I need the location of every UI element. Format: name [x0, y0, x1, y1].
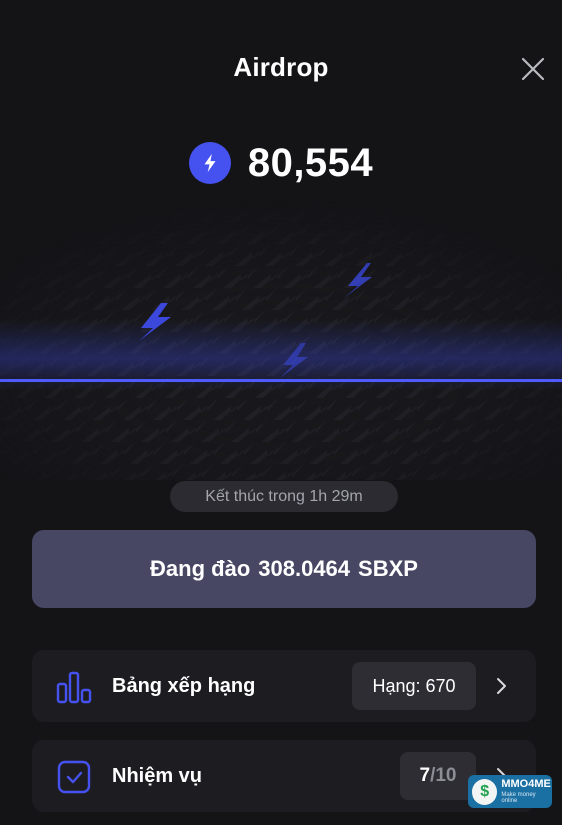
- close-icon: [521, 57, 545, 81]
- tasks-progress-badge: 7/10: [400, 752, 476, 800]
- tasks-card[interactable]: Nhiệm vụ 7/10: [32, 740, 536, 812]
- page-title: Airdrop: [233, 52, 329, 82]
- ranking-label: Bảng xếp hạng: [112, 674, 256, 697]
- balance-value: 80,554: [247, 140, 374, 185]
- checkbox-icon: [55, 760, 93, 794]
- mining-label: Đang đào: [150, 556, 251, 581]
- lightning-coin-icon: [188, 142, 231, 184]
- dollar-logo-icon: $: [472, 778, 498, 805]
- balance-display: 80,554: [0, 140, 562, 186]
- bar-chart-icon: [55, 670, 93, 704]
- mining-unit: SBXP: [358, 556, 418, 581]
- watermark-tagline: Make money online: [501, 792, 536, 804]
- ranking-card[interactable]: Bảng xếp hạng Hạng: 670: [32, 650, 536, 722]
- tasks-total: /10: [430, 765, 457, 786]
- close-button[interactable]: [519, 55, 547, 83]
- mining-button[interactable]: Đang đào 308.0464 SBXP: [32, 530, 536, 608]
- tasks-done: 7: [419, 765, 431, 786]
- tasks-label: Nhiệm vụ: [112, 764, 203, 787]
- chevron-right-icon: [491, 676, 511, 696]
- rank-badge: Hạng: 670: [352, 662, 476, 710]
- watermark-text: MMO4ME Make money online: [501, 778, 552, 805]
- lightning-pattern-background: [0, 200, 562, 480]
- mmo4me-watermark: $ MMO4ME Make money online: [468, 775, 552, 808]
- countdown-badge: Kết thúc trong 1h 29m: [170, 481, 398, 512]
- horizon-line: [0, 379, 562, 382]
- airdrop-screen: Airdrop 80,554 Kết thúc trong 1h 29m Đan…: [0, 0, 562, 825]
- mining-amount: 308.0464: [258, 556, 351, 581]
- watermark-name: MMO4ME: [501, 778, 551, 790]
